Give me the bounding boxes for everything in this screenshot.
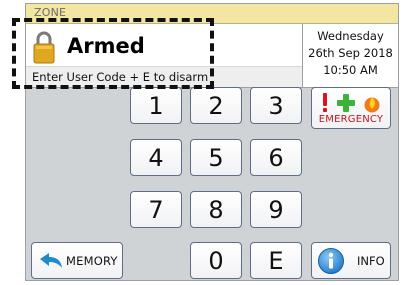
time-label: 10:50 AM — [323, 63, 378, 77]
key-5[interactable]: 5 — [190, 139, 242, 176]
info-icon — [318, 247, 344, 274]
emergency-button[interactable]: EMERGENCY — [311, 87, 391, 129]
key-3[interactable]: 3 — [250, 87, 302, 124]
info-label: INFO — [357, 253, 385, 268]
day-label: Wednesday — [317, 29, 384, 43]
fire-icon — [364, 97, 380, 113]
key-0[interactable]: 0 — [190, 242, 242, 279]
key-1[interactable]: 1 — [130, 87, 182, 124]
key-2[interactable]: 2 — [190, 87, 242, 124]
emergency-label: EMERGENCY — [318, 114, 384, 125]
info-button[interactable]: INFO — [311, 242, 391, 279]
back-arrow-icon — [40, 252, 62, 268]
key-7[interactable]: 7 — [130, 191, 182, 228]
status-box: Armed Enter User Code + E to disarm — [26, 24, 303, 88]
key-6[interactable]: 6 — [250, 139, 302, 176]
hint-text: Enter User Code + E to disarm — [32, 70, 209, 84]
zone-label: ZONE — [34, 6, 67, 19]
status-text: Armed — [67, 34, 145, 58]
memory-button[interactable]: MEMORY — [31, 242, 123, 279]
date-label: 26th Sep 2018 — [308, 46, 393, 60]
emergency-icons — [321, 92, 381, 114]
datetime-box: Wednesday 26th Sep 2018 10:50 AM — [303, 24, 398, 88]
memory-label: MEMORY — [66, 253, 118, 268]
key-8[interactable]: 8 — [190, 191, 242, 228]
key-4[interactable]: 4 — [130, 139, 182, 176]
panic-icon — [323, 93, 327, 112]
zone-bar: ZONE — [26, 4, 398, 24]
padlock-icon — [33, 31, 55, 64]
key-9[interactable]: 9 — [250, 191, 302, 228]
key-e[interactable]: E — [250, 242, 302, 279]
keypad-panel: ZONE Armed Enter User Code + E to disarm… — [25, 3, 399, 281]
hint-strip: Enter User Code + E to disarm — [26, 66, 302, 87]
medical-cross-icon — [337, 94, 355, 112]
